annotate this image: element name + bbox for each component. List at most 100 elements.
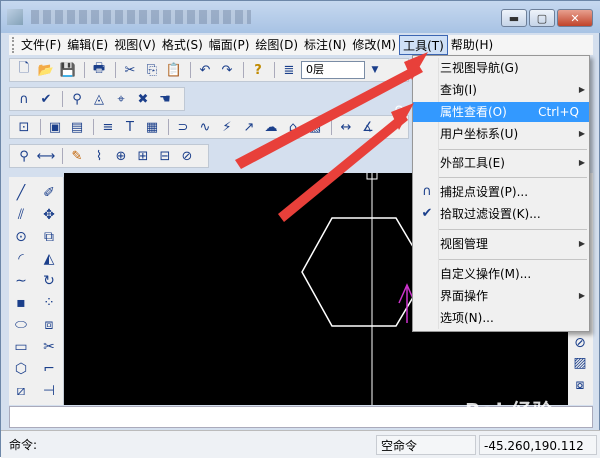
pin-icon[interactable]: ⌂	[283, 118, 303, 136]
menu-item-custom-operations[interactable]: 自定义操作(M)...	[413, 264, 589, 284]
table-icon[interactable]: ▦	[142, 118, 162, 136]
parallel-line-icon[interactable]: ⫽	[11, 205, 31, 225]
toolbar-separator	[168, 119, 169, 135]
layer-icon[interactable]: ≣	[279, 61, 299, 79]
hatch-pattern-icon[interactable]: ▨	[570, 353, 590, 373]
help-icon[interactable]: ?	[248, 61, 268, 79]
brush-icon[interactable]: ⌇	[89, 147, 109, 165]
area-icon[interactable]: ◬	[89, 90, 109, 108]
arrow-icon[interactable]: ↗	[239, 118, 259, 136]
copy-entity-icon[interactable]: ⧉	[39, 227, 59, 247]
rectangle-icon[interactable]: ▭	[11, 337, 31, 357]
menu-item-label: 界面操作	[440, 289, 489, 303]
pick-filter-icon[interactable]: ✔	[36, 90, 56, 108]
menu-dimension[interactable]: 标注(N)	[301, 35, 349, 55]
menu-help[interactable]: 帮助(H)	[448, 35, 496, 55]
distance-icon[interactable]: ⟷	[36, 147, 56, 165]
submenu-arrow-icon: ▶	[578, 291, 585, 300]
zoom-all-icon[interactable]: ⊞	[133, 147, 153, 165]
close-button[interactable]: ✕	[557, 9, 593, 27]
save-icon[interactable]: 💾	[58, 61, 78, 79]
rotate-icon[interactable]: ↻	[39, 271, 59, 291]
menu-draw[interactable]: 绘图(D)	[252, 35, 301, 55]
zoom-in-icon[interactable]: ⊕	[111, 147, 131, 165]
menu-format[interactable]: 格式(S)	[159, 35, 206, 55]
cloud-icon[interactable]: ☁	[261, 118, 281, 136]
mirror-icon[interactable]: ◭	[39, 249, 59, 269]
layer-select[interactable]: 0层	[301, 61, 365, 79]
copy-icon[interactable]: ⎘	[142, 61, 162, 79]
circle-icon[interactable]: ⊙	[11, 227, 31, 247]
zoom-previous-icon[interactable]: ⊟	[155, 147, 175, 165]
trim-icon[interactable]: ✂	[39, 337, 59, 357]
spline-icon[interactable]: ∼	[11, 271, 31, 291]
menu-tools[interactable]: 工具(T)	[399, 35, 448, 55]
scale-icon[interactable]: ⧈	[39, 315, 59, 335]
menu-file[interactable]: 文件(F)	[18, 35, 64, 55]
hexagon-shape[interactable]	[301, 217, 429, 327]
menu-item-ucs[interactable]: 用户坐标系(U) ▶	[413, 124, 589, 144]
eraser-icon[interactable]: ✐	[39, 183, 59, 203]
move-icon[interactable]: ✥	[39, 205, 59, 225]
coordinate-icon[interactable]: ✖	[133, 90, 153, 108]
extend-icon[interactable]: ⊣	[39, 381, 59, 401]
menu-item-pick-filter[interactable]: ✔ 拾取过滤设置(K)...	[413, 204, 589, 224]
wave-icon[interactable]: ∿	[195, 118, 215, 136]
menu-item-external-tools[interactable]: 外部工具(E) ▶	[413, 153, 589, 173]
menu-view[interactable]: 视图(V)	[111, 35, 159, 55]
paste-icon[interactable]: 📋	[164, 61, 184, 79]
menubar-grip[interactable]	[12, 37, 15, 53]
snap-magnet-icon[interactable]: ∩	[14, 90, 34, 108]
menu-item-property-view[interactable]: ⚲ 属性查看(O) Ctrl+Q	[394, 102, 589, 122]
line-icon[interactable]: ╱	[11, 183, 31, 203]
polygon-icon[interactable]: ⬡	[11, 359, 31, 379]
status-bar: 命令: 空命令 -45.260,190.112	[1, 430, 600, 458]
menu-edit[interactable]: 编辑(E)	[64, 35, 111, 55]
block-icon[interactable]: ⧇	[570, 375, 590, 395]
text-icon[interactable]: T	[120, 118, 140, 136]
measure-icon[interactable]: ⚲	[67, 90, 87, 108]
menu-item-query[interactable]: 查询(I) ▶	[413, 80, 589, 100]
hatch-icon[interactable]: ⧄	[11, 381, 31, 401]
fillet-icon[interactable]: ⌐	[39, 359, 59, 379]
property-view-icon[interactable]: ⚲	[14, 147, 34, 165]
part-icon[interactable]: ⊘	[570, 333, 590, 353]
toolbar-separator	[274, 62, 275, 78]
menu-item-threeview-nav[interactable]: 三视图导航(G)	[413, 58, 589, 78]
hand-icon[interactable]: ☚	[155, 90, 175, 108]
centroid-icon[interactable]: ⌖	[111, 90, 131, 108]
submenu-arrow-icon: ▶	[578, 158, 585, 167]
menu-item-options[interactable]: 选项(N)...	[413, 308, 589, 328]
point-icon[interactable]: ▪	[11, 293, 31, 313]
menu-sheet[interactable]: 幅面(P)	[206, 35, 253, 55]
zoom-out-icon[interactable]: ⊘	[177, 147, 197, 165]
zoom-window-icon[interactable]: ⊡	[14, 118, 34, 136]
menu-item-snap-settings[interactable]: ∩ 捕捉点设置(P)...	[413, 182, 589, 202]
redo-icon[interactable]: ↷	[217, 61, 237, 79]
minimize-button[interactable]: ▬	[501, 9, 527, 27]
menu-modify[interactable]: 修改(M)	[349, 35, 399, 55]
cut-icon[interactable]: ✂	[120, 61, 140, 79]
undo-icon[interactable]: ↶	[195, 61, 215, 79]
menu-item-view-manager[interactable]: 视图管理 ▶	[413, 234, 589, 254]
pen-icon[interactable]: ✎	[67, 147, 87, 165]
list-icon[interactable]: ≡	[98, 118, 118, 136]
chevron-down-icon[interactable]: ▼	[365, 61, 385, 79]
link-icon[interactable]: ⊃	[173, 118, 193, 136]
print-icon[interactable]: 🖶	[89, 61, 109, 79]
menu-item-label: 拾取过滤设置(K)...	[440, 207, 541, 221]
menu-item-label: 自定义操作(M)...	[440, 267, 532, 281]
arc-icon[interactable]: ◜	[11, 249, 31, 269]
angle-dimension-icon[interactable]: ∡	[358, 118, 378, 136]
title-block-icon[interactable]: ▤	[67, 118, 87, 136]
break-icon[interactable]: ⚡	[217, 118, 237, 136]
ellipse-icon[interactable]: ⬭	[11, 315, 31, 335]
image-icon[interactable]: ▧	[305, 118, 325, 136]
new-file-icon[interactable]: 🗋	[14, 61, 34, 79]
maximize-button[interactable]: ▢	[529, 9, 555, 27]
array-icon[interactable]: ⁘	[39, 293, 59, 313]
frame-icon[interactable]: ▣	[45, 118, 65, 136]
dimension-icon[interactable]: ↔	[336, 118, 356, 136]
menu-item-ui-operations[interactable]: 界面操作 ▶	[413, 286, 589, 306]
open-folder-icon[interactable]: 📂	[36, 61, 56, 79]
